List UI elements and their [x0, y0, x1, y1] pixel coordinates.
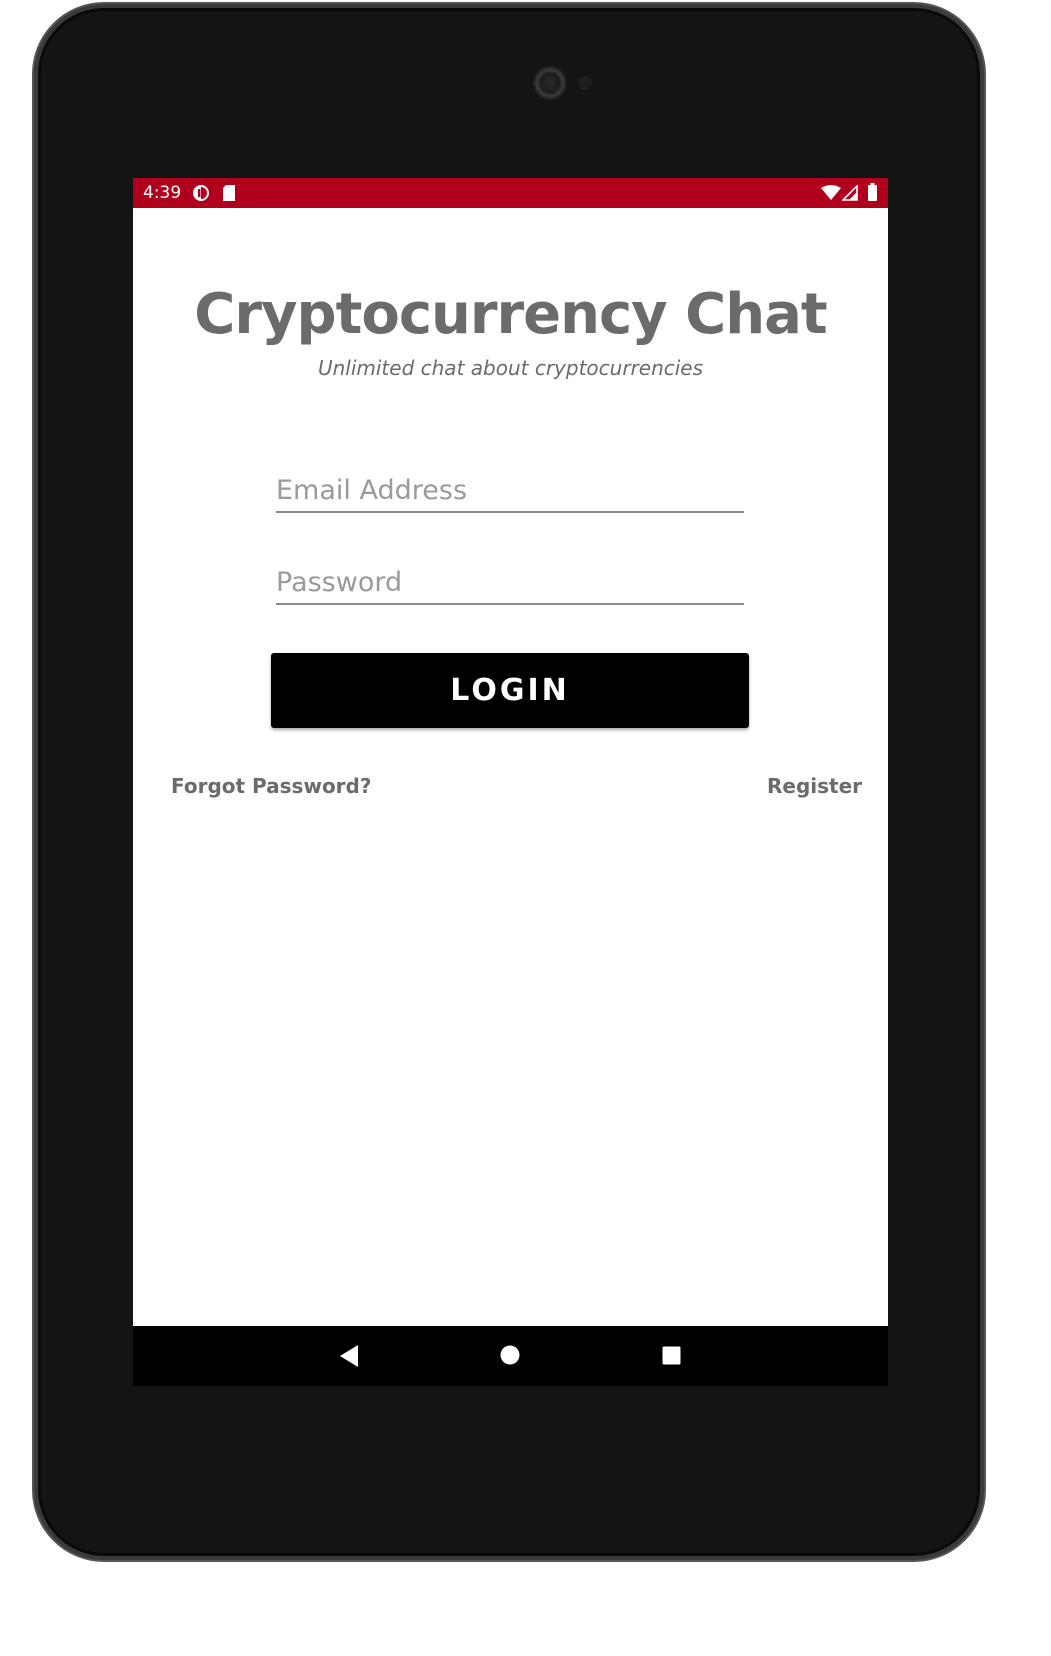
proximity-sensor: [578, 76, 592, 90]
app-title: Cryptocurrency Chat: [194, 282, 827, 347]
sd-card-icon: [223, 185, 235, 201]
front-camera: [535, 68, 565, 98]
forgot-password-link[interactable]: Forgot Password?: [171, 774, 371, 798]
wifi-icon: [821, 185, 841, 200]
status-bar: 4:39: [133, 178, 888, 208]
app-subtitle: Unlimited chat about cryptocurrencies: [317, 356, 704, 380]
data-saver-icon: [193, 185, 209, 201]
register-link[interactable]: Register: [767, 774, 862, 798]
recents-icon[interactable]: [662, 1346, 681, 1365]
password-field[interactable]: [276, 565, 744, 605]
home-icon[interactable]: [500, 1345, 520, 1365]
app-screen: 4:39 Cryptocurrency Chat Unlimited chat …: [133, 178, 888, 1386]
login-button[interactable]: LOGIN: [271, 653, 749, 728]
signal-icon: [842, 185, 858, 201]
back-icon[interactable]: [339, 1344, 359, 1368]
battery-icon: [868, 183, 877, 201]
email-field[interactable]: [276, 473, 744, 513]
navigation-bar: [133, 1326, 888, 1386]
status-time: 4:39: [143, 183, 182, 203]
